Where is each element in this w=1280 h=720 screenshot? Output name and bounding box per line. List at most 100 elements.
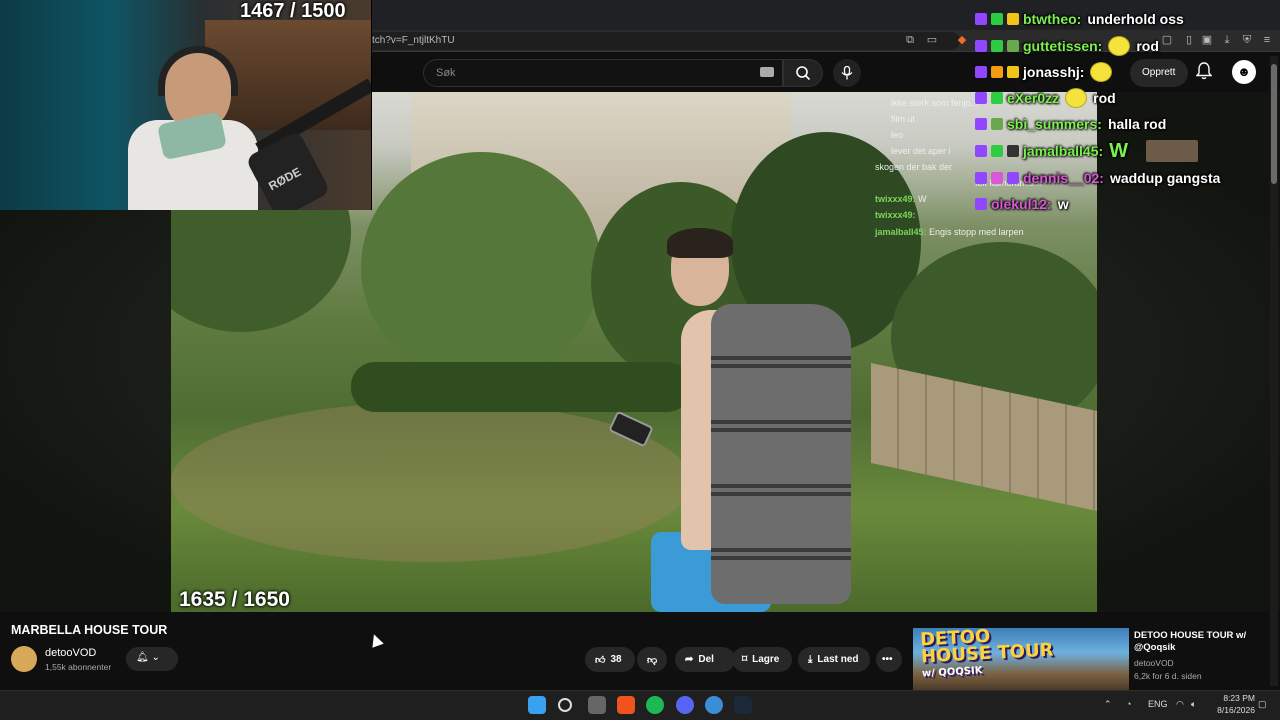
channel-name[interactable]: detooVOD — [45, 647, 96, 659]
download-icon[interactable]: ⤓ — [1220, 33, 1234, 47]
account-avatar[interactable]: ☻ — [1232, 60, 1256, 84]
download-icon: ⤓ — [808, 654, 813, 665]
cast-icon[interactable]: ▭ — [925, 33, 939, 47]
dislike-button[interactable]: 👎︎ — [637, 647, 667, 672]
vpn-icon[interactable]: ⛨ — [1240, 33, 1254, 47]
share-button[interactable]: ➦ Del — [675, 647, 735, 672]
more-actions-button[interactable]: ••• — [876, 647, 902, 672]
recommended-video-title[interactable]: DETOO HOUSE TOUR w/ @Qoqsik — [1134, 630, 1274, 654]
chat-username: btwtheo: — [1023, 11, 1082, 27]
clock-time[interactable]: 8:23 PM — [1215, 693, 1255, 703]
windows-taskbar — [0, 690, 1280, 720]
rocket-badge-icon — [991, 66, 1003, 78]
share-label: Del — [698, 654, 714, 665]
search-icon — [796, 66, 811, 81]
brave-shield-icon[interactable]: ◆ — [955, 33, 969, 47]
video-chat-line: film ut — [891, 114, 916, 124]
clock-date[interactable]: 8/16/2026 — [1207, 705, 1255, 715]
video-chat-line: ikke sterk som fenjo... — [891, 98, 979, 108]
tree — [361, 152, 601, 382]
plus-badge-icon — [1007, 145, 1019, 157]
bookmark-icon: ⌑ — [742, 654, 748, 665]
emote-badge-icon — [1007, 66, 1019, 78]
app-c-icon[interactable] — [705, 696, 723, 714]
tray-chevron-icon[interactable]: ⌃ — [1104, 699, 1112, 710]
start-icon[interactable] — [528, 696, 546, 714]
language-indicator[interactable]: ENG — [1148, 699, 1168, 709]
chat-message: olekul12: w — [975, 192, 1069, 216]
subscription-bell-button[interactable]: 🔔︎ ⌄ — [126, 647, 178, 671]
twitch-badge-icon — [975, 198, 987, 210]
video-title: MARBELLA HOUSE TOUR — [11, 623, 168, 637]
video-chat-line: twixxx49: W — [875, 194, 927, 204]
task-view-icon[interactable] — [588, 696, 606, 714]
sidebar-icon[interactable]: ▯ — [1182, 33, 1196, 47]
create-button[interactable]: Opprett — [1130, 59, 1188, 87]
search-input[interactable]: Søk — [423, 59, 783, 87]
brave-browser-icon[interactable] — [617, 696, 635, 714]
video-chat-line: twixxx49: — [875, 210, 916, 220]
chat-username: eXer0zz — [1007, 90, 1060, 106]
video-chat-line: leo — [891, 130, 904, 140]
irl-badge-icon — [991, 118, 1003, 130]
video-chat-line: jamalball45: Engis stopp med larpen — [875, 227, 1024, 237]
smiley-emote-icon — [1065, 88, 1088, 108]
recommended-video-channel[interactable]: detooVOD — [1134, 658, 1174, 668]
thumbs-down-icon: 👎︎ — [647, 654, 658, 666]
volume-icon[interactable]: 🔈︎ — [1191, 699, 1196, 710]
channel-avatar[interactable] — [11, 646, 37, 672]
smiley-emote-icon — [1090, 62, 1113, 82]
chat-text: halla rod — [1107, 116, 1167, 132]
video-chat-line: lever det aper i — [891, 146, 951, 156]
chevron-down-icon: ⌄ — [151, 652, 160, 663]
chat-message: btwtheo: underhold oss — [975, 7, 1184, 31]
chat-message: jamalball45: W — [975, 139, 1199, 163]
person-in-video — [608, 228, 861, 612]
chat-message: sbi_summers: halla rod — [975, 112, 1166, 136]
download-button[interactable]: ⤓ Last ned — [798, 647, 870, 672]
chat-username: olekul12: — [991, 196, 1052, 212]
discord-icon[interactable] — [676, 696, 694, 714]
save-button[interactable]: ⌑ Lagre — [732, 647, 792, 672]
search-button[interactable] — [783, 59, 823, 87]
wallet-icon[interactable]: ▣ — [1200, 33, 1214, 47]
voice-search-button[interactable] — [833, 59, 861, 87]
microphone-icon — [841, 66, 853, 80]
smiley-emote-icon — [1108, 36, 1131, 56]
recommended-video-thumbnail[interactable]: DETOO HOUSE TOUR w/ QOQSIK — [913, 628, 1129, 690]
search-icon[interactable] — [558, 698, 572, 712]
notification-center-icon[interactable]: ▢ — [1258, 699, 1267, 710]
wifi-icon[interactable]: ◠ — [1176, 699, 1184, 710]
video-counter-overlay: 1635 / 1650 — [179, 588, 290, 611]
irl-badge-icon — [1007, 40, 1019, 52]
translate-icon[interactable]: ⧉ — [903, 33, 917, 47]
extensions-icon[interactable]: ▢ — [1160, 33, 1174, 47]
hedge — [351, 362, 691, 412]
towel — [711, 304, 851, 604]
thumbs-up-icon: 👍︎ — [595, 654, 606, 666]
heart-badge-icon — [991, 172, 1003, 184]
menu-icon[interactable]: ≡ — [1260, 33, 1274, 47]
chat-text: rod — [1093, 90, 1116, 106]
like-button[interactable]: 👍︎ 38 — [585, 647, 635, 672]
address-bar[interactable]: tch?v=F_ntjltKhTU — [360, 32, 960, 50]
twitch-badge-icon — [975, 118, 987, 130]
spotify-icon[interactable] — [646, 696, 664, 714]
tray-network-icon[interactable]: ◔ — [1126, 699, 1131, 709]
twitch-badge-icon — [975, 40, 987, 52]
chat-text: underhold oss — [1087, 11, 1184, 27]
chat-message: eXer0zz rod — [975, 86, 1116, 110]
recommended-video-meta: 6,2k for 6 d. siden — [1134, 671, 1202, 681]
keyboard-icon[interactable] — [760, 67, 774, 77]
twitch-badge-icon — [975, 172, 987, 184]
chat-username: dennis__02: — [1023, 170, 1104, 186]
webcam-counter-overlay: 1467 / 1500 — [240, 0, 346, 22]
notifications-button[interactable] — [1195, 62, 1216, 82]
verified-badge-icon — [991, 13, 1003, 25]
steam-icon[interactable] — [734, 696, 752, 714]
scrollbar-thumb[interactable] — [1271, 64, 1277, 184]
mic-brand-label: RØDE — [266, 164, 304, 194]
twitch-badge-icon — [975, 145, 987, 157]
video-chat-line: skogen der bak der — [875, 162, 953, 172]
chat-username: jamalball45: — [1023, 143, 1104, 159]
